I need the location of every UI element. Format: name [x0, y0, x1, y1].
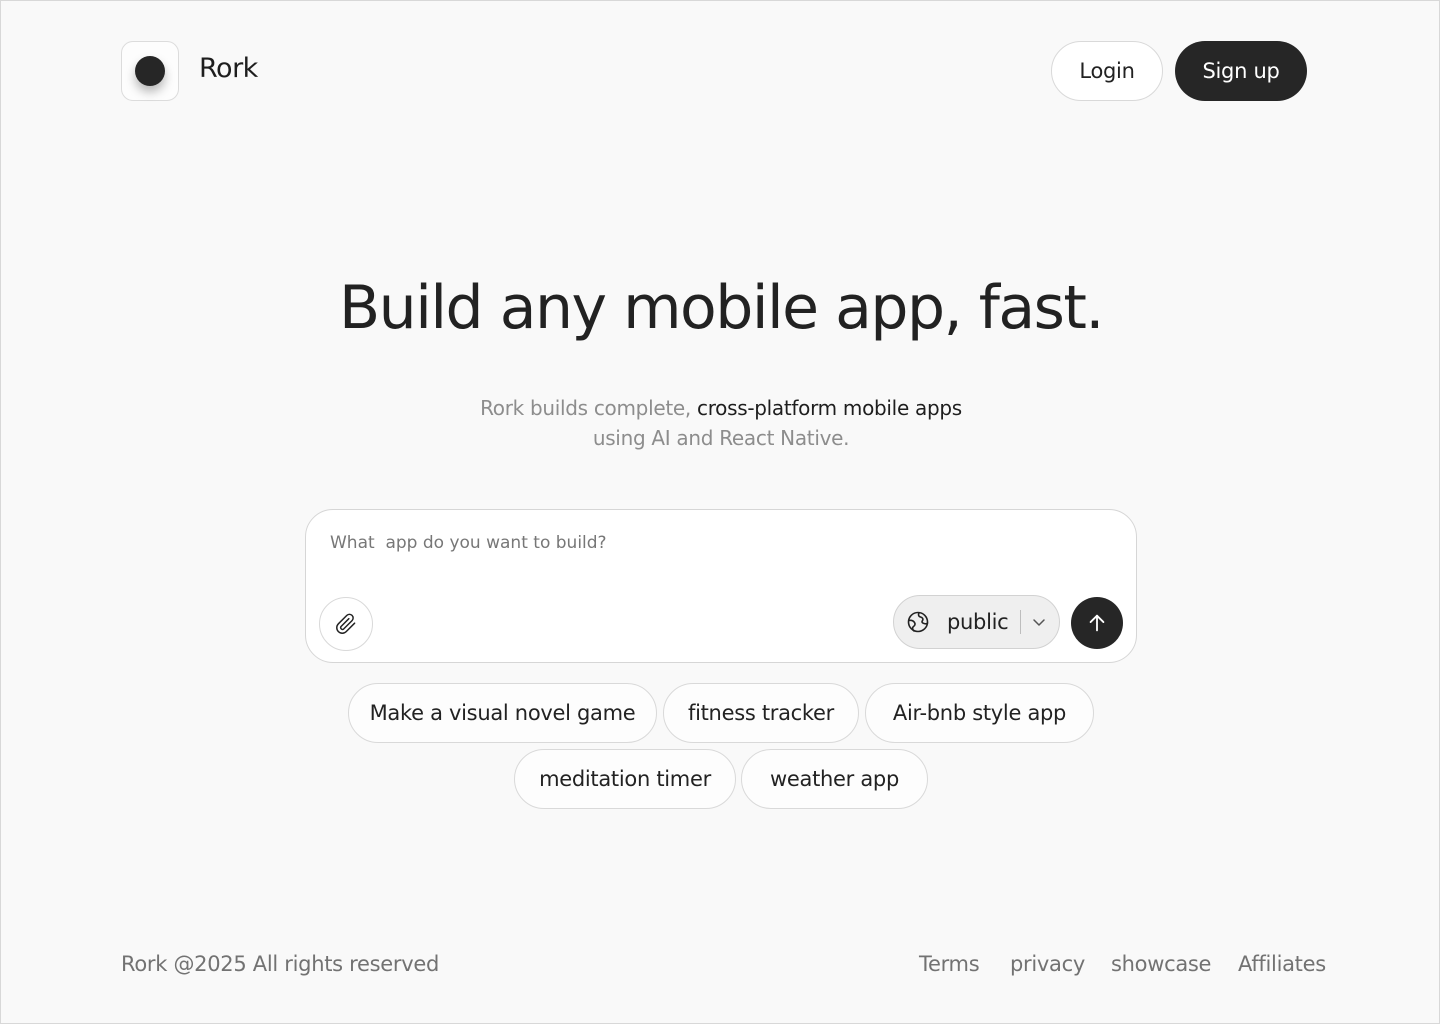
- dropdown-divider: [1020, 610, 1022, 634]
- chevron-down-icon: [1031, 614, 1047, 630]
- paperclip-icon: [335, 613, 357, 635]
- logo[interactable]: [121, 41, 179, 101]
- landing-page: Rork Login Sign up Build any mobile app,…: [0, 0, 1440, 1024]
- suggestion-chip[interactable]: meditation timer: [514, 749, 736, 809]
- visibility-value: public: [947, 610, 1009, 634]
- suggestion-chip[interactable]: Make a visual novel game: [348, 683, 657, 743]
- hero-subtitle-line2: using AI and React Native.: [592, 426, 850, 450]
- logo-dot-icon: [135, 56, 165, 86]
- hero-subtitle: Rork builds complete, cross-platform mob…: [1, 393, 1440, 453]
- send-button[interactable]: [1071, 597, 1123, 649]
- footer-link-terms[interactable]: Terms: [919, 952, 980, 976]
- login-button[interactable]: Login: [1051, 41, 1163, 101]
- hero-title: Build any mobile app, fast.: [339, 273, 1104, 343]
- suggestion-chip[interactable]: fitness tracker: [663, 683, 859, 743]
- globe-icon: [906, 610, 930, 634]
- signup-button[interactable]: Sign up: [1175, 41, 1307, 101]
- hero-subtitle-emphasis: cross-platform mobile apps: [697, 396, 962, 420]
- copyright-text: Rork @2025 All rights reserved: [121, 952, 440, 976]
- hero-subtitle-prefix: Rork builds complete,: [480, 396, 697, 420]
- visibility-dropdown[interactable]: public: [893, 595, 1060, 649]
- arrow-up-icon: [1086, 612, 1108, 634]
- suggestion-chip[interactable]: Air-bnb style app: [865, 683, 1094, 743]
- footer-link-affiliates[interactable]: Affiliates: [1238, 952, 1326, 976]
- attach-button[interactable]: [319, 597, 373, 651]
- suggestion-chip[interactable]: weather app: [741, 749, 928, 809]
- footer-link-showcase[interactable]: showcase: [1111, 952, 1211, 976]
- prompt-composer: public: [305, 509, 1137, 663]
- brand-name[interactable]: Rork: [199, 53, 258, 84]
- prompt-input[interactable]: [330, 528, 1110, 558]
- footer-link-privacy[interactable]: privacy: [1010, 952, 1085, 976]
